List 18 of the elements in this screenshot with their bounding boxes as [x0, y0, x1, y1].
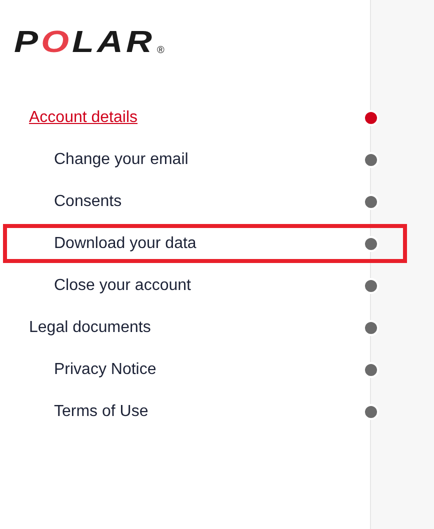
- step-dot: [363, 152, 379, 168]
- nav-link[interactable]: Download your data: [7, 234, 363, 252]
- step-dot: [363, 320, 379, 336]
- nav-link[interactable]: Terms of Use: [7, 402, 363, 420]
- nav-link[interactable]: Legal documents: [7, 318, 363, 336]
- nav-link[interactable]: Consents: [7, 192, 363, 210]
- nav-link[interactable]: Privacy Notice: [7, 360, 363, 378]
- nav-link[interactable]: Change your email: [7, 150, 363, 168]
- logo: POLAR: [14, 26, 156, 58]
- nav-link[interactable]: Account details: [7, 108, 363, 126]
- step-dot: [363, 278, 379, 294]
- registered-mark: ®: [157, 45, 164, 56]
- step-dot: [363, 110, 379, 126]
- nav-link[interactable]: Close your account: [7, 276, 363, 294]
- step-dot: [363, 194, 379, 210]
- step-dot: [363, 362, 379, 378]
- step-dot: [363, 236, 379, 252]
- step-dot: [363, 404, 379, 420]
